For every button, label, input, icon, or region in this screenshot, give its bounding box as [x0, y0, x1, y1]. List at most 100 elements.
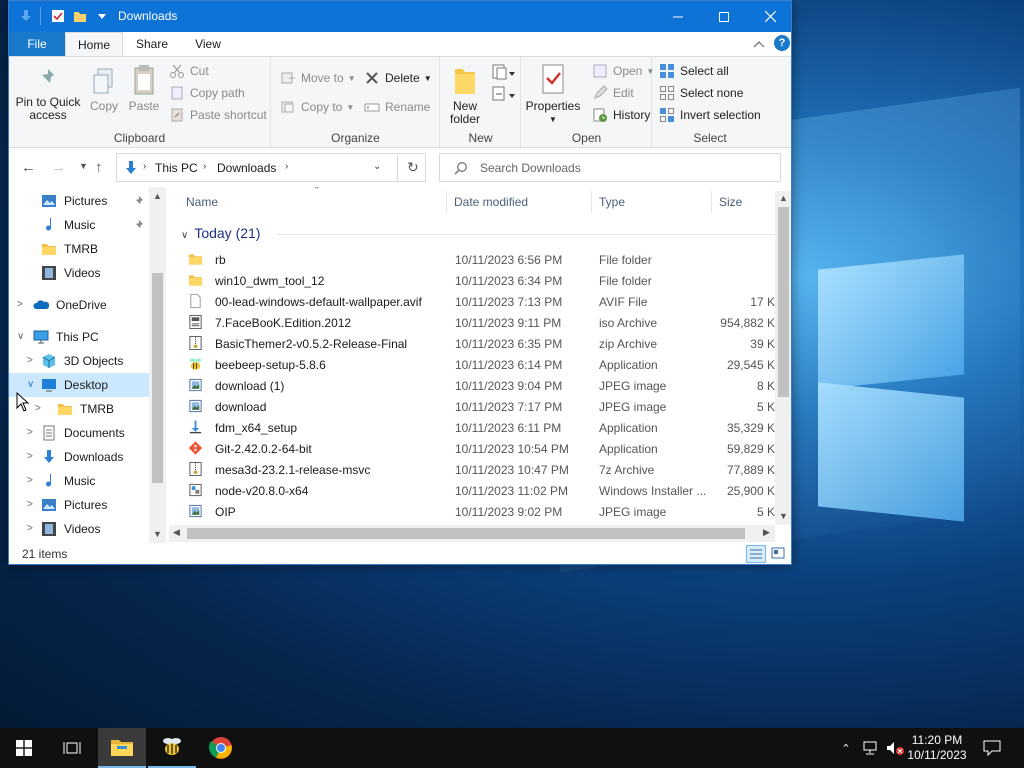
column-header-type[interactable]: Type [599, 195, 625, 209]
properties-icon[interactable] [51, 9, 65, 23]
navigation-scrollbar[interactable]: ▲ ▼ [149, 187, 166, 543]
file-list-horizontal-scrollbar[interactable]: ◀ ▶ [169, 525, 775, 542]
show-hidden-icons-button[interactable]: ⌃ [836, 728, 856, 768]
nav-quick-tmrb[interactable]: TMRB [9, 237, 149, 261]
paste-button[interactable]: Paste [127, 63, 161, 113]
taskbar-chrome[interactable] [197, 728, 245, 768]
vertical-scroll-thumb[interactable] [778, 207, 789, 397]
navigation-scroll-thumb[interactable] [152, 273, 163, 483]
tab-home[interactable]: Home [65, 32, 123, 57]
expand-chevron-icon[interactable]: > [27, 355, 33, 366]
cut-button[interactable]: Cut [169, 61, 209, 81]
search-box[interactable]: Search Downloads [439, 153, 781, 182]
rename-button[interactable]: Rename [364, 97, 430, 117]
expand-chevron-icon[interactable]: > [27, 475, 33, 486]
task-view-button[interactable] [48, 728, 96, 768]
title-bar[interactable]: Downloads [9, 1, 791, 32]
expand-chevron-icon[interactable]: > [27, 427, 33, 438]
nav-quick-videos[interactable]: Videos [9, 261, 149, 285]
action-center-button[interactable] [978, 728, 1006, 768]
collapse-ribbon-icon[interactable] [753, 39, 765, 49]
nav-pc-tmrb[interactable]: > TMRB [9, 397, 149, 421]
column-header-size[interactable]: Size [719, 195, 742, 209]
nav-this-pc[interactable]: ∨ This PC [9, 325, 149, 349]
expand-chevron-icon[interactable]: > [27, 523, 33, 534]
scroll-down-icon[interactable]: ▼ [153, 529, 162, 539]
paste-shortcut-button[interactable]: Paste shortcut [169, 105, 267, 125]
column-header-name[interactable]: Name [186, 195, 218, 209]
scroll-down-icon[interactable]: ▼ [779, 511, 788, 521]
file-row[interactable]: win10_dwm_tool_12 10/11/2023 6:34 PM File … [185, 270, 775, 291]
nav-pc-music[interactable]: > Music [9, 469, 149, 493]
file-row[interactable]: download (1) 10/11/2023 9:04 PM JPEG image… [185, 375, 783, 396]
tab-share[interactable]: Share [127, 32, 177, 56]
easy-access-icon[interactable] [491, 85, 517, 105]
file-row[interactable]: download 10/11/2023 7:17 PM JPEG image 5 KB [185, 396, 783, 417]
minimize-button[interactable] [655, 1, 701, 32]
up-button[interactable]: ↑ [95, 159, 103, 176]
group-header-today[interactable]: ∨ Today (21) [181, 225, 260, 241]
nav-pc-desktop[interactable]: ∨ Desktop [9, 373, 149, 397]
horizontal-scroll-thumb[interactable] [187, 528, 745, 539]
delete-button[interactable]: Delete ▼ [364, 68, 432, 88]
scroll-up-icon[interactable]: ▲ [779, 193, 788, 203]
large-icons-view-button[interactable] [769, 545, 789, 563]
maximize-button[interactable] [701, 1, 747, 32]
scroll-up-icon[interactable]: ▲ [153, 191, 162, 201]
details-view-button[interactable] [746, 545, 766, 563]
nav-pc-pictures[interactable]: > Pictures [9, 493, 149, 517]
help-icon[interactable]: ? [774, 35, 790, 51]
scroll-left-icon[interactable]: ◀ [173, 527, 180, 538]
nav-quick-music[interactable]: Music [9, 213, 149, 237]
file-row[interactable]: mesa3d-23.2.1-release-msvc 10/11/2023 10:… [185, 459, 783, 480]
file-row[interactable]: 00-lead-windows-default-wallpaper.avif 10… [185, 291, 783, 312]
breadcrumb-downloads[interactable]: Downloads [217, 161, 276, 175]
file-row[interactable]: 7.FaceBooK.Edition.2012 10/11/2023 9:11 P… [185, 312, 783, 333]
recent-locations-chevron-icon[interactable]: ▼ [79, 161, 88, 171]
volume-muted-icon[interactable] [883, 728, 907, 768]
file-list-vertical-scrollbar[interactable]: ▲ ▼ [775, 191, 791, 525]
pin-to-quick-access-button[interactable]: Pin to Quick access [13, 67, 83, 122]
new-folder-icon[interactable] [73, 9, 87, 23]
copy-path-button[interactable]: Copy path [169, 83, 245, 103]
file-row[interactable]: node-v20.8.0-x64 10/11/2023 11:02 PM Windo… [185, 480, 783, 501]
new-folder-button[interactable]: New folder [445, 65, 485, 126]
copy-button[interactable]: Copy [87, 67, 121, 113]
collapse-chevron-icon[interactable]: ∨ [17, 331, 24, 342]
file-row[interactable]: Git-2.42.0.2-64-bit 10/11/2023 10:54 PM Ap… [185, 438, 783, 459]
file-row[interactable]: OIP 10/11/2023 9:02 PM JPEG image 5 KB [185, 501, 783, 522]
expand-chevron-icon[interactable]: ∨ [27, 379, 34, 390]
file-row[interactable]: fdm_x64_setup 10/11/2023 6:11 PM Applicati… [185, 417, 783, 438]
open-button[interactable]: Open ▼ [592, 61, 654, 81]
forward-button[interactable]: → [51, 159, 66, 176]
nav-pc-documents[interactable]: > Documents [9, 421, 149, 445]
history-button[interactable]: History [592, 105, 650, 125]
tab-view[interactable]: View [183, 32, 233, 56]
nav-pc-3d-objects[interactable]: >3D Objects [9, 349, 149, 373]
address-dropdown-chevron-icon[interactable]: ⌄ [373, 161, 381, 172]
address-bar[interactable]: › This PC › Downloads › ⌄ ↻ [116, 153, 426, 182]
select-all-button[interactable]: Select all [659, 61, 729, 81]
breadcrumb-this-pc[interactable]: This PC [155, 161, 198, 175]
expand-chevron-icon[interactable]: > [17, 299, 23, 310]
nav-quick-pictures[interactable]: Pictures [9, 189, 149, 213]
taskbar-file-explorer[interactable] [98, 728, 146, 768]
nav-pc-videos[interactable]: > Videos [9, 517, 149, 541]
chevron-down-icon[interactable] [95, 9, 109, 23]
new-item-icon[interactable] [491, 63, 517, 83]
expand-chevron-icon[interactable]: > [35, 403, 41, 414]
refresh-icon[interactable]: ↻ [407, 159, 419, 176]
column-header-date[interactable]: Date modified [454, 195, 528, 209]
invert-selection-button[interactable]: Invert selection [659, 105, 761, 125]
scroll-right-icon[interactable]: ▶ [763, 527, 770, 538]
taskbar-beebeep[interactable] [148, 728, 196, 768]
properties-button[interactable]: Properties ▼ [524, 63, 582, 126]
nav-onedrive[interactable]: > OneDrive [9, 293, 149, 317]
close-button[interactable] [747, 1, 791, 32]
file-row[interactable]: beebeep-setup-5.8.6 10/11/2023 6:14 PM App… [185, 354, 783, 375]
network-icon[interactable] [858, 728, 882, 768]
select-none-button[interactable]: Select none [659, 83, 743, 103]
file-row[interactable]: rb 10/11/2023 6:56 PM File folder [185, 249, 775, 270]
edit-button[interactable]: Edit [592, 83, 634, 103]
expand-chevron-icon[interactable]: > [27, 451, 33, 462]
